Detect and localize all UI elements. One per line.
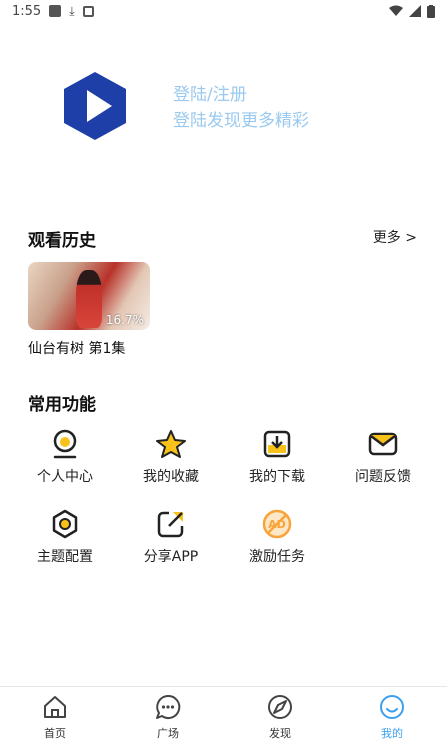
signal-icon — [409, 5, 421, 17]
login-register-label[interactable]: 登陆/注册 — [173, 82, 309, 108]
func-user-center[interactable]: 个人中心 — [20, 428, 110, 486]
battery-icon — [427, 4, 435, 18]
login-subtitle: 登陆发现更多精彩 — [173, 111, 309, 131]
status-time: 1:55 — [12, 3, 42, 19]
history-more-link[interactable]: 更多 > — [373, 227, 417, 247]
status-bar: 1:55 ⤓ — [0, 0, 447, 22]
func-label: 个人中心 — [37, 469, 93, 485]
compass-icon — [268, 695, 292, 719]
tab-label: 首页 — [44, 727, 66, 740]
history-item[interactable]: 16.7% 仙台有树 第1集 — [28, 262, 150, 358]
func-label: 我的下载 — [249, 469, 305, 485]
home-icon — [44, 696, 66, 718]
mail-icon — [368, 432, 398, 456]
login-prompt[interactable]: 登陆/注册 登陆发现更多精彩 — [173, 82, 309, 134]
notification-icon — [49, 5, 62, 17]
func-theme[interactable]: 主题配置 — [20, 508, 110, 566]
func-share[interactable]: 分享APP — [126, 508, 216, 566]
tab-discover[interactable]: 发现 — [250, 693, 310, 741]
ad-task-icon: AD — [262, 509, 292, 539]
bottom-tab-bar: 首页 广场 发现 我的 — [0, 686, 447, 744]
download-icon — [263, 430, 291, 458]
user-center-icon — [53, 429, 77, 459]
watch-progress: 16.7% — [105, 313, 144, 327]
app-status-icon — [82, 5, 94, 17]
history-item-title: 仙台有树 第1集 — [28, 341, 126, 357]
tab-label: 广场 — [157, 727, 179, 740]
smile-icon — [380, 695, 404, 719]
func-label: 我的收藏 — [143, 469, 199, 485]
func-label: 问题反馈 — [355, 469, 411, 485]
star-icon — [156, 430, 186, 458]
thumbnail-figure — [76, 270, 102, 328]
download-status-icon: ⤓ — [69, 3, 75, 18]
app-logo-icon — [64, 72, 126, 140]
func-downloads[interactable]: 我的下载 — [232, 428, 322, 486]
tab-home[interactable]: 首页 — [25, 693, 85, 741]
chat-icon — [156, 694, 181, 719]
func-label: 主题配置 — [37, 549, 93, 565]
profile-header[interactable]: 登陆/注册 登陆发现更多精彩 — [0, 60, 447, 160]
tab-mine[interactable]: 我的 — [362, 693, 422, 741]
func-favorites[interactable]: 我的收藏 — [126, 428, 216, 486]
func-label: 激励任务 — [249, 549, 305, 565]
tab-square[interactable]: 广场 — [138, 693, 198, 741]
functions-section-title: 常用功能 — [28, 395, 96, 415]
wifi-icon — [389, 5, 403, 16]
func-feedback[interactable]: 问题反馈 — [338, 428, 428, 486]
history-thumbnail[interactable]: 16.7% — [28, 262, 150, 330]
tab-label: 我的 — [381, 727, 403, 740]
theme-icon — [52, 509, 78, 539]
func-ad-task[interactable]: AD 激励任务 — [232, 508, 322, 566]
tab-label: 发现 — [269, 727, 291, 740]
share-icon — [157, 511, 184, 538]
func-label: 分享APP — [143, 549, 199, 565]
history-section-title: 观看历史 — [28, 231, 96, 251]
